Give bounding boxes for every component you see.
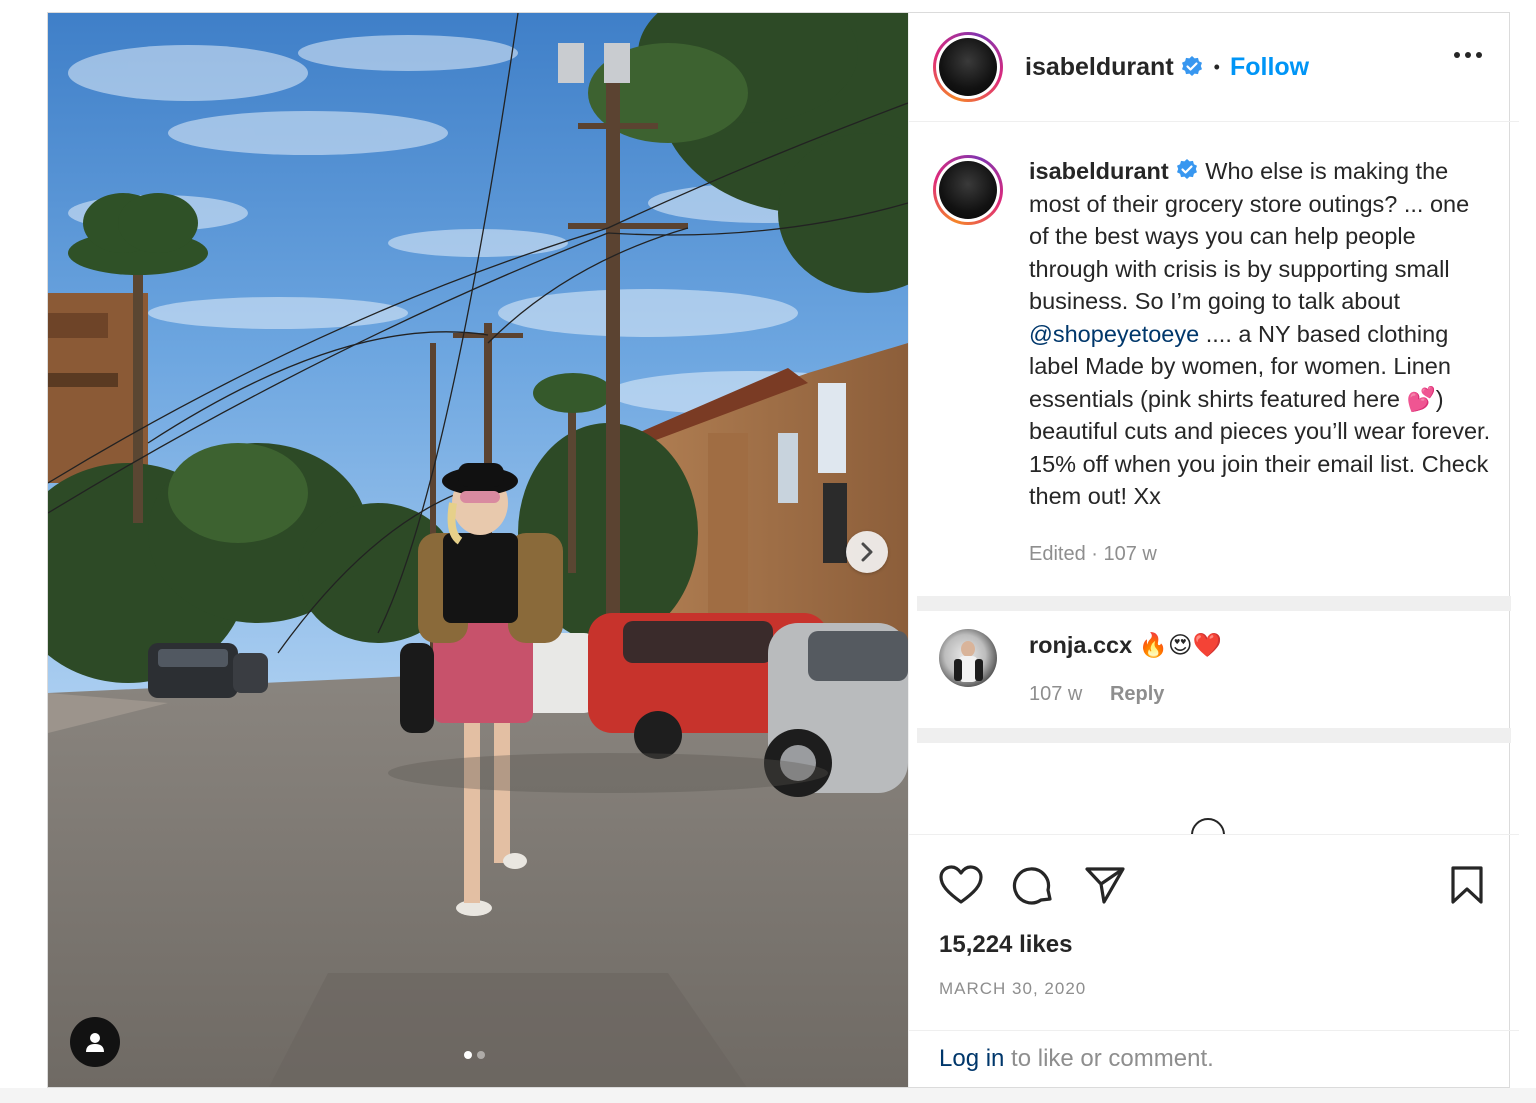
verified-badge-icon	[1176, 159, 1197, 179]
page-bottom-strip	[0, 1088, 1536, 1103]
likes-count[interactable]: 15,224 likes	[909, 931, 1519, 959]
follow-button[interactable]: Follow	[1230, 53, 1309, 82]
caption-mention-link[interactable]: @shopeyetoeye	[1029, 321, 1199, 347]
commenter-username[interactable]: ronja.ccx	[1029, 632, 1132, 658]
paper-plane-icon	[1085, 867, 1125, 904]
verified-badge-icon	[1181, 56, 1202, 76]
more-options-icon[interactable]	[1453, 51, 1483, 59]
post-header: isabeldurant • Follow	[909, 13, 1519, 122]
post-side-panel: isabeldurant • Follow isabeldurant Who e…	[908, 13, 1519, 1087]
post-photo[interactable]	[48, 13, 908, 1087]
post-date[interactable]: MARCH 30, 2020	[909, 979, 1519, 999]
comment-bubble-icon	[1012, 867, 1052, 905]
caption-author-avatar[interactable]	[933, 155, 1003, 225]
comment-item: ronja.ccx 🔥😍❤️ 107 w Reply	[909, 611, 1519, 706]
bookmark-icon	[1451, 866, 1483, 904]
street-photo-image	[48, 13, 908, 1087]
login-prompt-text: to like or comment.	[1004, 1045, 1214, 1072]
caption-meta: Edited · 107 w	[1029, 542, 1157, 565]
comment-time: 107 w	[1029, 682, 1083, 705]
person-icon	[86, 1033, 104, 1052]
like-button[interactable]	[937, 861, 985, 909]
carousel-dot-active	[464, 1051, 472, 1059]
load-more-comments-icon[interactable]	[1191, 818, 1225, 834]
post-card: isabeldurant • Follow isabeldurant Who e…	[47, 12, 1519, 1088]
caption: isabeldurant Who else is making the most…	[909, 122, 1519, 513]
tagged-people-button[interactable]	[70, 1017, 120, 1067]
caption-text: isabeldurant Who else is making the most…	[1029, 155, 1495, 513]
commenter-avatar-image	[954, 640, 983, 682]
share-button[interactable]	[1081, 861, 1129, 909]
save-button[interactable]	[1443, 861, 1491, 909]
login-link[interactable]: Log in	[939, 1045, 1004, 1073]
reply-button[interactable]: Reply	[1110, 683, 1164, 705]
section-divider	[917, 727, 1511, 743]
author-avatar[interactable]	[933, 32, 1003, 102]
commenter-avatar[interactable]	[939, 628, 997, 687]
carousel-indicator	[464, 1051, 485, 1059]
comment-text: 🔥😍❤️	[1138, 631, 1222, 658]
caption-username[interactable]: isabeldurant	[1029, 158, 1169, 184]
next-photo-button[interactable]	[846, 531, 888, 573]
section-divider	[917, 595, 1511, 611]
heart-icon	[939, 865, 983, 904]
chevron-right-icon	[861, 542, 873, 562]
header-separator: •	[1213, 56, 1220, 77]
comment-button[interactable]	[1009, 861, 1057, 909]
comments-section[interactable]: isabeldurant Who else is making the most…	[909, 122, 1519, 834]
author-username[interactable]: isabeldurant	[1025, 53, 1174, 82]
login-prompt: Log in to like or comment.	[909, 1030, 1519, 1087]
author-avatar-image	[939, 38, 997, 96]
caption-body-end: .... a NY based clothing label Made by w…	[1029, 320, 1491, 510]
carousel-dot	[477, 1051, 485, 1059]
caption-author-avatar-image	[939, 161, 997, 219]
post-actions: 15,224 likes MARCH 30, 2020 Log in to li…	[909, 834, 1519, 1087]
